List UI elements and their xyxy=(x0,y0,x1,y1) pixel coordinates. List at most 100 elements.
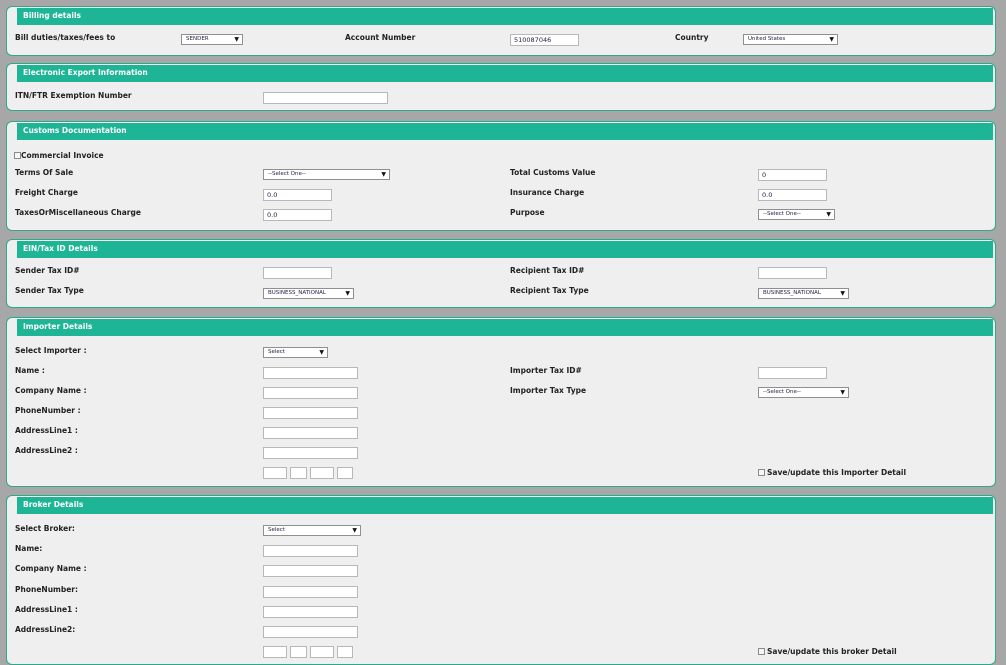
recipient-tax-type-value: BUSINESS_NATIONAL xyxy=(763,290,821,296)
broker-details-header: Broker Details xyxy=(17,497,993,514)
select-importer-value: Select xyxy=(268,349,285,355)
total-customs-value-label: Total Customs Value xyxy=(510,168,596,177)
purpose-select[interactable]: --Select One-- ▼ xyxy=(758,209,835,220)
bill-to-label: Bill duties/taxes/fees to xyxy=(15,33,116,42)
billing-details-title: Billing details xyxy=(23,11,82,20)
country-select[interactable]: United States ▼ xyxy=(743,34,838,45)
recipient-tax-type-label: Recipient Tax Type xyxy=(510,286,589,295)
importer-company-input[interactable] xyxy=(263,387,358,399)
importer-tax-type-label: Importer Tax Type xyxy=(510,386,587,395)
taxes-misc-label: TaxesOrMiscellaneous Charge xyxy=(15,208,141,217)
save-importer-checkbox[interactable] xyxy=(758,469,765,476)
itn-input[interactable] xyxy=(263,92,388,104)
broker-details-title: Broker Details xyxy=(23,500,84,509)
account-number-input[interactable]: 510087046 xyxy=(510,34,579,46)
purpose-label: Purpose xyxy=(510,208,545,217)
broker-address1-label: AddressLine1 : xyxy=(15,605,78,614)
broker-company-input[interactable] xyxy=(263,565,358,577)
ein-tax-panel: EIN/Tax ID Details Sender Tax ID# Recipi… xyxy=(6,239,996,308)
chevron-down-icon: ▼ xyxy=(352,527,357,534)
sender-tax-id-input[interactable] xyxy=(263,267,332,279)
importer-name-input[interactable] xyxy=(263,367,358,379)
billing-details-panel: Billing details Bill duties/taxes/fees t… xyxy=(6,6,996,56)
chevron-down-icon: ▼ xyxy=(319,349,324,356)
customs-doc-header: Customs Documentation xyxy=(17,123,993,140)
importer-phone-label: PhoneNumber : xyxy=(15,406,81,415)
importer-tax-type-select[interactable]: --Select One-- ▼ xyxy=(758,387,849,398)
importer-address2-label: AddressLine2 : xyxy=(15,446,78,455)
recipient-tax-id-label: Recipient Tax ID# xyxy=(510,266,585,275)
chevron-down-icon: ▼ xyxy=(234,36,239,43)
importer-details-panel: Importer Details Select Importer : Selec… xyxy=(6,317,996,487)
broker-name-label: Name: xyxy=(15,544,43,553)
export-info-panel: Electronic Export Information ITN/FTR Ex… xyxy=(6,63,996,111)
save-broker-label: Save/update this broker Detail xyxy=(767,647,897,656)
chevron-down-icon: ▼ xyxy=(345,290,350,297)
broker-phone-input[interactable] xyxy=(263,586,358,598)
freight-charge-input[interactable]: 0.0 xyxy=(263,189,332,201)
ein-tax-title: EIN/Tax ID Details xyxy=(23,244,98,253)
importer-address1-input[interactable] xyxy=(263,427,358,439)
sender-tax-type-select[interactable]: BUSINESS_NATIONAL ▼ xyxy=(263,288,354,299)
purpose-value: --Select One-- xyxy=(763,211,801,217)
importer-details-header: Importer Details xyxy=(17,319,993,336)
importer-tax-type-value: --Select One-- xyxy=(763,389,801,395)
select-broker-value: Select xyxy=(268,527,285,533)
freight-charge-label: Freight Charge xyxy=(15,188,78,197)
broker-address2-input[interactable] xyxy=(263,626,358,638)
importer-address2-input[interactable] xyxy=(263,447,358,459)
country-value: United States xyxy=(748,36,786,42)
broker-address1-input[interactable] xyxy=(263,606,358,618)
broker-city-input[interactable] xyxy=(263,646,287,658)
importer-address1-label: AddressLine1 : xyxy=(15,426,78,435)
customs-doc-panel: Customs Documentation Commercial Invoice… xyxy=(6,121,996,231)
broker-zip-input[interactable] xyxy=(310,646,334,658)
broker-country-input[interactable] xyxy=(337,646,353,658)
bill-to-select[interactable]: SENDER ▼ xyxy=(181,34,243,45)
terms-of-sale-label: Terms Of Sale xyxy=(15,168,74,177)
broker-state-input[interactable] xyxy=(290,646,307,658)
select-importer-select[interactable]: Select ▼ xyxy=(263,347,328,358)
recipient-tax-id-input[interactable] xyxy=(758,267,827,279)
recipient-tax-type-select[interactable]: BUSINESS_NATIONAL ▼ xyxy=(758,288,849,299)
chevron-down-icon: ▼ xyxy=(826,211,831,218)
sender-tax-id-label: Sender Tax ID# xyxy=(15,266,80,275)
chevron-down-icon: ▼ xyxy=(381,171,386,178)
save-broker-checkbox[interactable] xyxy=(758,648,765,655)
broker-phone-label: PhoneNumber: xyxy=(15,585,78,594)
itn-label: ITN/FTR Exemption Number xyxy=(15,91,132,100)
ein-tax-header: EIN/Tax ID Details xyxy=(17,241,993,258)
importer-details-title: Importer Details xyxy=(23,322,93,331)
select-importer-label: Select Importer : xyxy=(15,346,87,355)
taxes-misc-input[interactable]: 0.0 xyxy=(263,209,332,221)
importer-city-input[interactable] xyxy=(263,467,287,479)
total-customs-value-input[interactable]: 0 xyxy=(758,169,827,181)
bill-to-value: SENDER xyxy=(186,36,209,42)
insurance-charge-label: Insurance Charge xyxy=(510,188,585,197)
importer-state-input[interactable] xyxy=(290,467,307,479)
chevron-down-icon: ▼ xyxy=(829,36,834,43)
commercial-invoice-label: Commercial Invoice xyxy=(21,151,104,160)
importer-phone-input[interactable] xyxy=(263,407,358,419)
importer-tax-id-label: Importer Tax ID# xyxy=(510,366,582,375)
select-broker-label: Select Broker: xyxy=(15,524,75,533)
export-info-header: Electronic Export Information xyxy=(17,65,993,82)
importer-name-label: Name : xyxy=(15,366,45,375)
export-info-title: Electronic Export Information xyxy=(23,68,148,77)
terms-of-sale-select[interactable]: --Select One-- ▼ xyxy=(263,169,390,180)
chevron-down-icon: ▼ xyxy=(840,389,845,396)
broker-details-panel: Broker Details Select Broker: Select ▼ N… xyxy=(6,495,996,665)
billing-details-header: Billing details xyxy=(17,8,993,25)
country-label: Country xyxy=(675,33,709,42)
importer-country-input[interactable] xyxy=(337,467,353,479)
customs-doc-title: Customs Documentation xyxy=(23,126,127,135)
importer-tax-id-input[interactable] xyxy=(758,367,827,379)
importer-zip-input[interactable] xyxy=(310,467,334,479)
broker-company-label: Company Name : xyxy=(15,564,87,573)
insurance-charge-input[interactable]: 0.0 xyxy=(758,189,827,201)
broker-name-input[interactable] xyxy=(263,545,358,557)
select-broker-select[interactable]: Select ▼ xyxy=(263,525,361,536)
commercial-invoice-checkbox[interactable] xyxy=(14,152,21,159)
save-importer-label: Save/update this Importer Detail xyxy=(767,468,907,477)
account-number-label: Account Number xyxy=(345,33,416,42)
